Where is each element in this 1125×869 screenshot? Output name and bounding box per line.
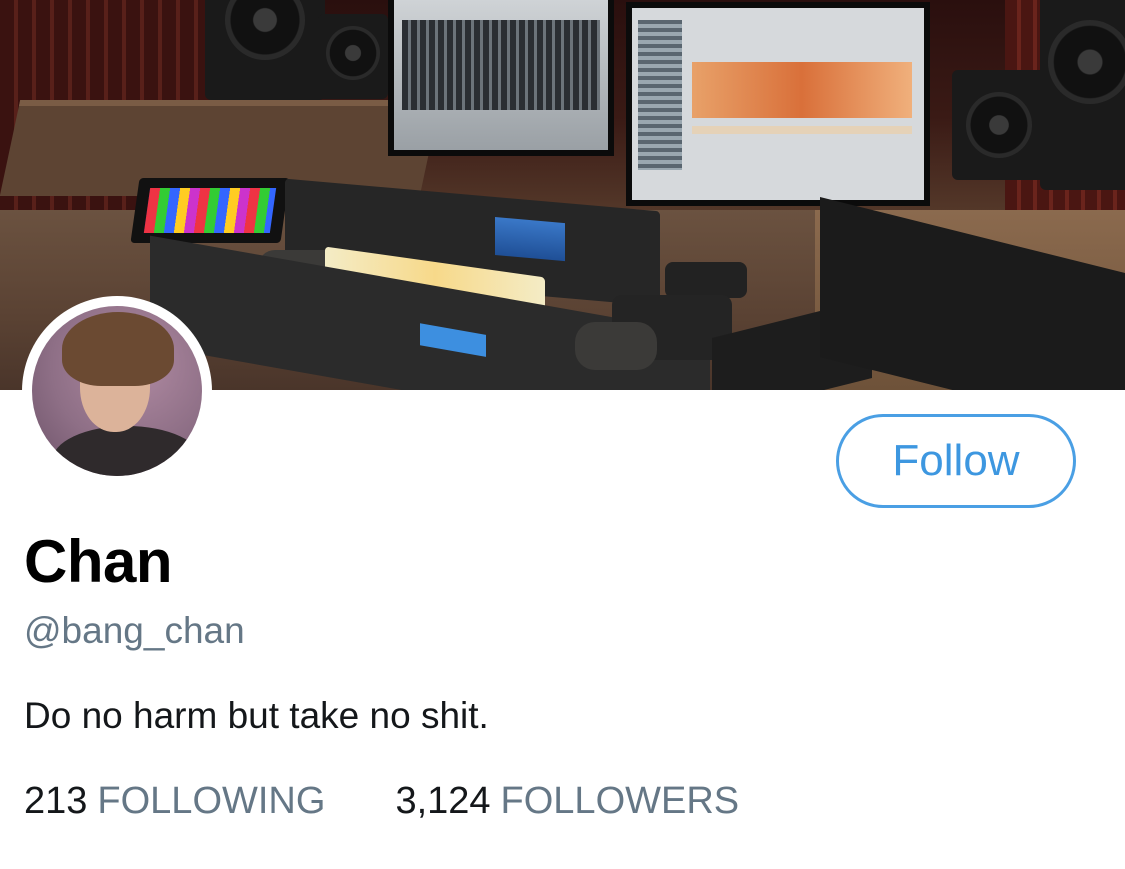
wrist-rest (575, 322, 657, 370)
profile-bio: Do no harm but take no shit. (24, 695, 489, 736)
hub-device (665, 262, 747, 298)
following-label: FOLLOWING (97, 780, 326, 822)
studio-speaker (952, 70, 1047, 180)
studio-monitor (388, 0, 614, 156)
followers-stat[interactable]: 3,124 FOLLOWERS (395, 782, 739, 820)
profile-stats: 213 FOLLOWING 3,124 FOLLOWERS (24, 782, 739, 820)
avatar[interactable] (22, 296, 212, 486)
follow-button[interactable]: Follow (836, 414, 1076, 508)
followers-count: 3,124 (395, 780, 491, 822)
studio-speaker (1040, 0, 1125, 190)
followers-label: FOLLOWERS (500, 780, 740, 822)
studio-speaker (318, 14, 388, 99)
following-count: 213 (24, 780, 88, 822)
following-stat[interactable]: 213 FOLLOWING (24, 782, 325, 820)
avatar-photo (32, 306, 202, 476)
studio-speaker (205, 0, 325, 100)
studio-monitor (626, 2, 930, 206)
username-handle: @bang_chan (24, 610, 245, 651)
display-name: Chan (24, 528, 173, 595)
tablet-device (130, 178, 290, 243)
